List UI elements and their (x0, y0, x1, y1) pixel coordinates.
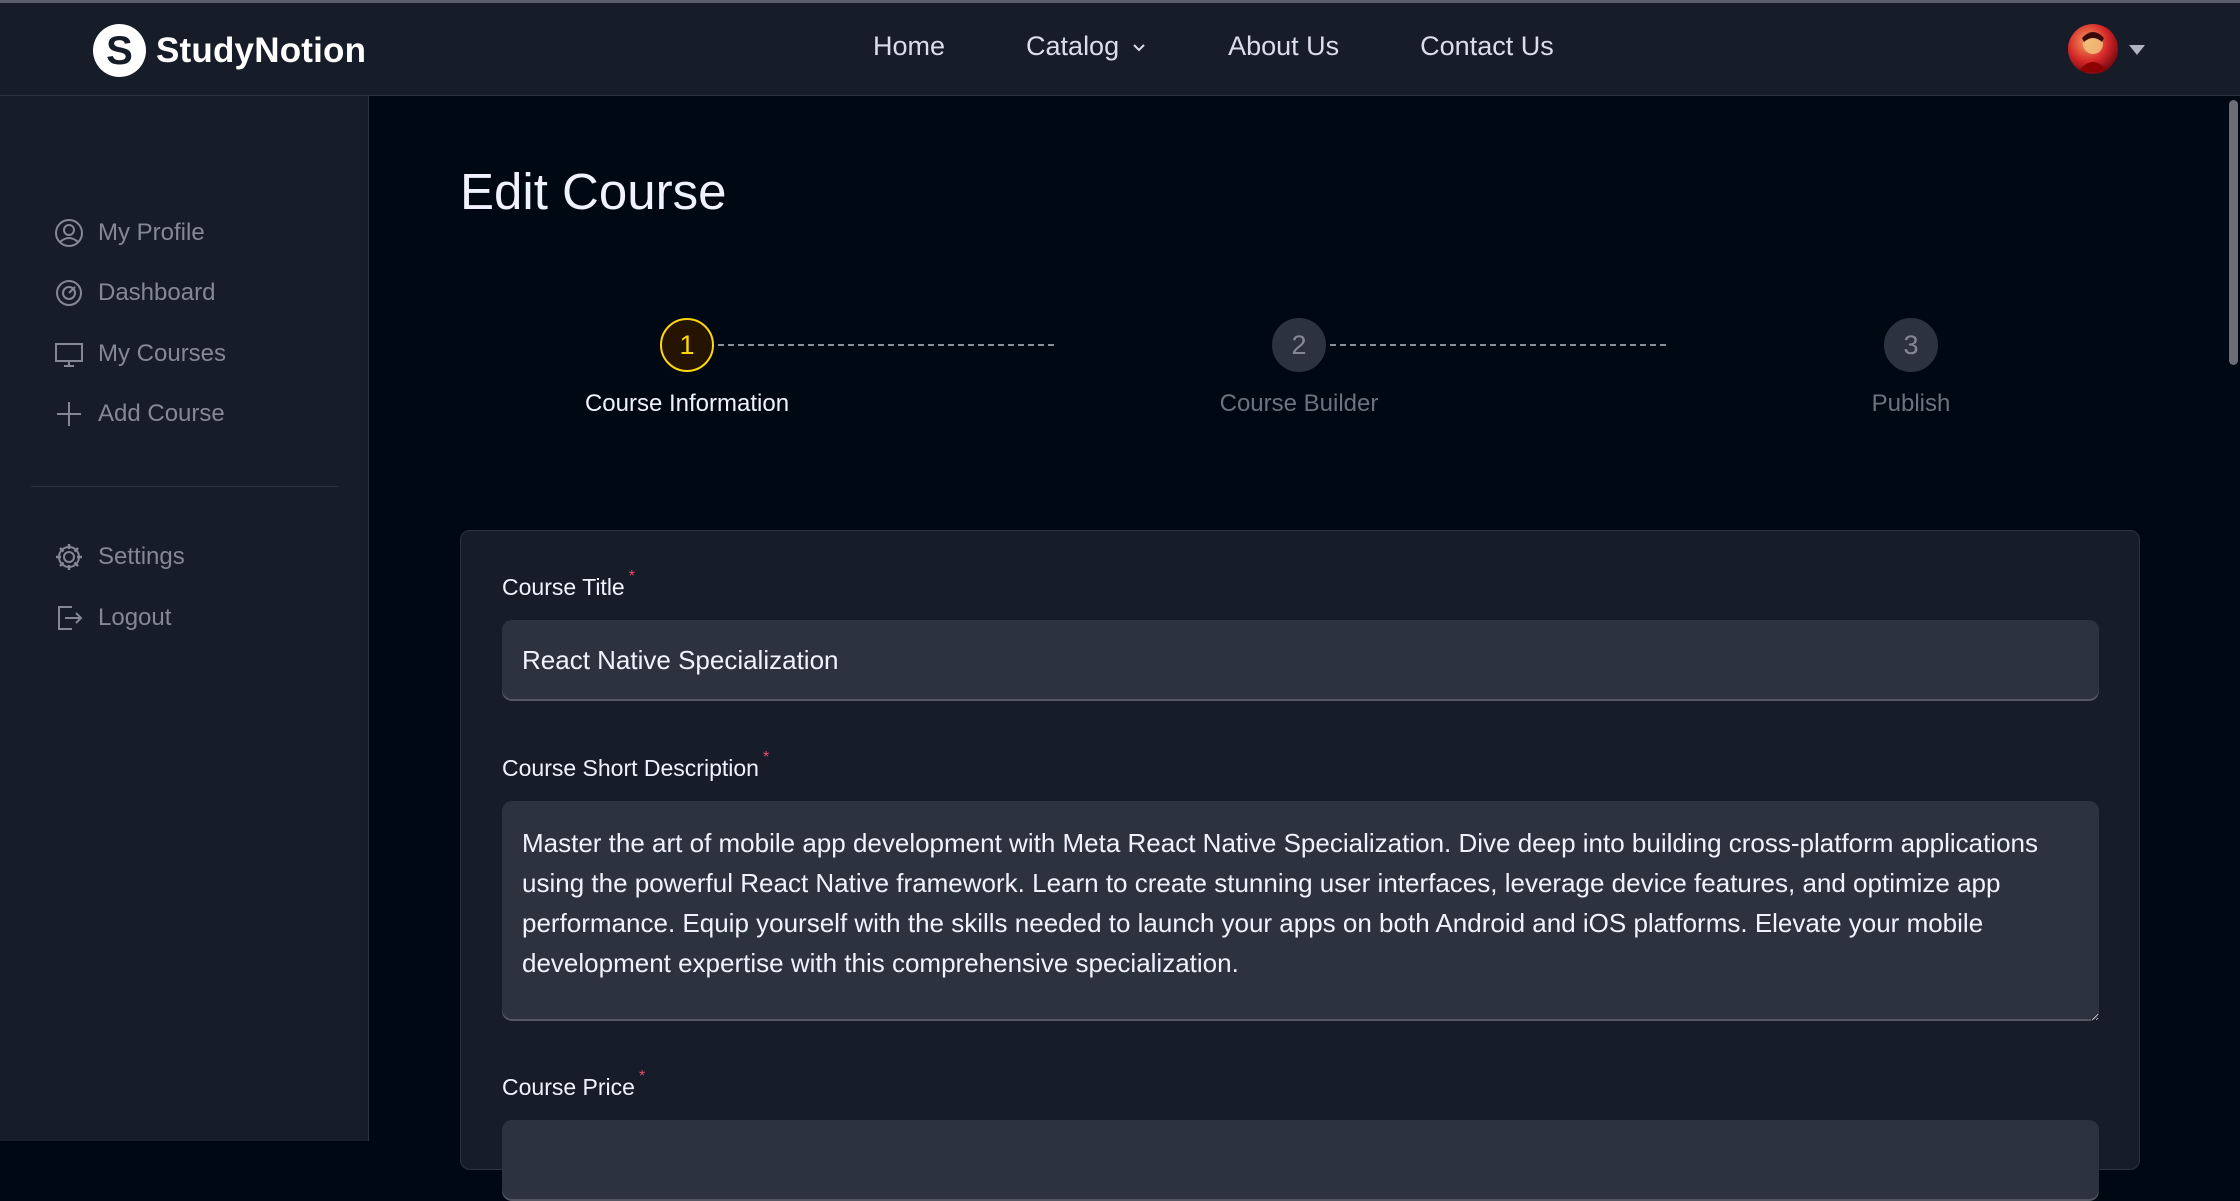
nav-home-link[interactable]: Home (873, 31, 945, 62)
sidebar-item-logout[interactable]: Logout (54, 603, 171, 633)
sidebar-item-my-courses[interactable]: My Courses (54, 339, 226, 369)
scrollbar-thumb[interactable] (2229, 100, 2238, 365)
required-marker: * (628, 568, 635, 585)
nav-catalog-dropdown[interactable]: Catalog (1026, 31, 1147, 62)
course-price-input[interactable] (502, 1120, 2099, 1201)
logo-mark-icon: S (93, 24, 146, 77)
logo[interactable]: S StudyNotion (93, 24, 366, 77)
gauge-icon (54, 278, 84, 308)
user-circle-icon (54, 218, 84, 248)
chevron-down-icon (1131, 39, 1147, 55)
step-2-circle: 2 (1272, 318, 1326, 372)
course-price-label: Course Price * (502, 1068, 646, 1100)
plus-icon (54, 399, 84, 429)
sidebar-item-add-course[interactable]: Add Course (54, 399, 225, 429)
logo-text: StudyNotion (156, 30, 367, 70)
page-title: Edit Course (460, 163, 727, 220)
top-navbar: S StudyNotion Home Catalog About Us Cont… (0, 3, 2240, 96)
course-info-form: Course Title* Course Short Description* … (460, 530, 2140, 1201)
sidebar-item-dashboard[interactable]: Dashboard (54, 278, 215, 308)
course-description-textarea[interactable]: Master the art of mobile app development… (502, 801, 2099, 1021)
nav-about-link[interactable]: About Us (1228, 31, 1339, 62)
step-connector (688, 344, 1054, 346)
step-3-circle: 3 (1884, 318, 1938, 372)
caret-down-icon[interactable] (2128, 43, 2146, 61)
course-title-input[interactable] (502, 620, 2099, 701)
progress-stepper: 1 2 3 Course Information Course Builder … (460, 318, 2140, 428)
sidebar: My Profile Dashboard My Courses Add Cour… (0, 96, 369, 1141)
logout-icon (54, 603, 84, 633)
step-3-label: Publish (1871, 390, 1951, 417)
step-2-label: Course Builder (1219, 390, 1379, 417)
nav-contact-link[interactable]: Contact Us (1420, 31, 1554, 62)
required-marker: * (762, 749, 770, 766)
step-connector (1300, 344, 1666, 346)
avatar[interactable] (2068, 24, 2118, 74)
course-title-label: Course Title * (502, 568, 635, 600)
gear-icon (54, 542, 84, 572)
step-1-label: Course Information (584, 390, 790, 417)
sidebar-item-settings[interactable]: Settings (54, 542, 185, 572)
course-description-label: Course Short Description * (502, 749, 770, 781)
sidebar-divider (31, 486, 338, 487)
sidebar-item-my-profile[interactable]: My Profile (54, 218, 205, 248)
monitor-icon (54, 339, 84, 369)
required-marker: * (638, 1068, 646, 1085)
step-1-circle: 1 (660, 318, 714, 372)
nav-links: Home Catalog About Us Contact Us (873, 31, 1554, 62)
